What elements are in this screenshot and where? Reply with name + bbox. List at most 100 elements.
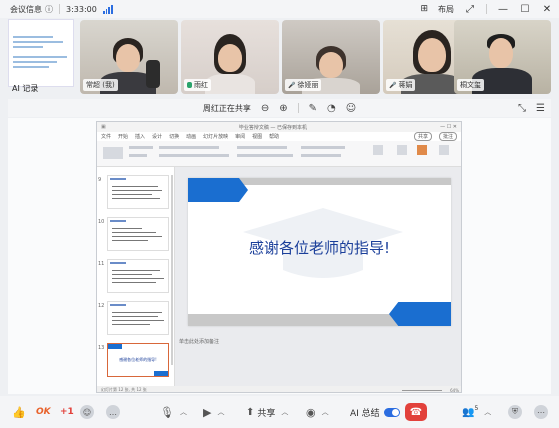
slide-canvas: 感谢各位老师的指导! xyxy=(175,167,461,386)
participant-name: 常超 (我) xyxy=(83,79,118,91)
mark-icon[interactable]: ◔ xyxy=(327,103,336,114)
ai-notes-thumbnail[interactable] xyxy=(8,19,74,87)
camera-button[interactable]: ▶ ︿ xyxy=(203,403,224,421)
participant-tile[interactable]: 常超 (我) xyxy=(80,20,178,94)
slide-thumbnail xyxy=(107,175,169,209)
chat-button[interactable]: … xyxy=(106,403,120,421)
chevron-up-icon[interactable]: ︿ xyxy=(281,407,288,417)
slide-thumbnail xyxy=(107,217,169,251)
slide-title: 感谢各位老师的指导! xyxy=(248,239,390,257)
ppt-menu-item: 文件 xyxy=(101,134,112,140)
ai-record-label[interactable]: AI 记录 xyxy=(12,83,38,94)
mic-on-icon xyxy=(187,82,192,88)
minimize-icon[interactable]: — xyxy=(497,4,509,15)
slide-decoration xyxy=(188,178,248,202)
slide-thumbnail-text: 感谢各位老师的指导! xyxy=(119,357,157,362)
slide-number: 10 xyxy=(98,219,105,225)
ppt-ribbon xyxy=(97,141,461,167)
ai-summary-toggle[interactable]: AI 总结 xyxy=(350,403,400,421)
chat-icon: … xyxy=(106,405,120,419)
slide-count-status: 幻灯片第 12 张, 共 12 张 xyxy=(101,387,147,392)
ppt-status-bar: 幻灯片第 12 张, 共 12 张 64% xyxy=(97,386,461,393)
slide-thumbnail xyxy=(107,259,169,293)
security-button[interactable]: ⛨ xyxy=(508,403,522,421)
chevron-up-icon[interactable]: ︿ xyxy=(180,407,187,417)
slide-number: 13 xyxy=(98,345,105,351)
ppt-window-title: 毕业答辩文稿 — 已保存到本机 xyxy=(238,124,308,131)
more-button[interactable]: ⋯ xyxy=(534,403,548,421)
participants-button[interactable]: 👥 5 ︿ xyxy=(462,403,491,421)
scrollbar xyxy=(171,175,173,365)
close-icon[interactable]: ✕ xyxy=(541,4,553,15)
meeting-info-label[interactable]: 会议信息 xyxy=(10,4,42,15)
ppt-menu-item: 动画 xyxy=(186,134,197,140)
slide-thumbnail xyxy=(107,301,169,335)
ppt-menu-item: 视图 xyxy=(252,134,263,140)
annotate-icon[interactable]: ✎ xyxy=(309,103,317,114)
participants-count: 5 xyxy=(474,404,479,412)
slide-thumbnails-panel: 9 10 11 12 13 感谢各位老师的指导! xyxy=(97,167,175,386)
emoji-button[interactable]: ☺ xyxy=(80,403,94,421)
slide-decoration xyxy=(389,302,451,326)
ppt-menu-item: 切换 xyxy=(169,134,180,140)
participant-tile[interactable]: 雨红 xyxy=(181,20,279,94)
end-meeting-button[interactable]: ☎ xyxy=(405,403,427,421)
meeting-timer: 3:33:00 xyxy=(66,4,97,14)
meeting-toolbar: 👍 OK +1 ☺ … 🎙 ︿ ▶ ︿ ⬆ 共享 ︿ ◉ ︿ AI 总结 ☎ 👥 5 ︿ ⛨ … xyxy=(0,396,559,428)
ppt-title-bar: ▣ 毕业答辩文稿 — 已保存到本机 — ☐ ✕ xyxy=(97,122,461,132)
layout-label[interactable]: 布局 xyxy=(438,4,454,15)
collapse-icon[interactable]: ⤡ xyxy=(518,103,526,114)
slide-thumbnail-selected: 感谢各位老师的指导! xyxy=(107,343,169,377)
participant-name: 🎤 徐娅丽 xyxy=(285,79,322,91)
microphone-button[interactable]: 🎙 ︿ xyxy=(160,403,187,421)
chevron-up-icon[interactable]: ︿ xyxy=(217,407,224,417)
divider xyxy=(486,4,487,14)
ppt-menu-item: 审阅 xyxy=(235,134,246,140)
record-icon: ◉ xyxy=(306,405,316,419)
chevron-up-icon[interactable]: ︿ xyxy=(322,407,329,417)
ppt-menu-item: 帮助 xyxy=(269,134,280,140)
zoom-out-icon[interactable]: ⊖ xyxy=(261,103,269,114)
ppt-menu-bar: 文件 开始 插入 设计 切换 动画 幻灯片放映 审阅 视图 帮助 共享 批注 xyxy=(97,132,461,141)
record-button[interactable]: ◉ ︿ xyxy=(306,403,329,421)
presentation-window: ▣ 毕业答辩文稿 — 已保存到本机 — ☐ ✕ 文件 开始 插入 设计 切换 动… xyxy=(96,121,462,393)
ppt-menu-item: 幻灯片放映 xyxy=(203,134,229,140)
divider xyxy=(59,4,60,14)
save-icon: ▣ xyxy=(101,124,106,130)
reaction-ok[interactable]: OK xyxy=(36,403,51,421)
slide-number: 11 xyxy=(98,261,105,267)
more-icon: ⋯ xyxy=(534,405,548,419)
ppt-body: 9 10 11 12 13 感谢各位老师的指导! 感谢各位老师的指导! 单击此处… xyxy=(97,167,461,386)
camera-icon: ▶ xyxy=(203,405,212,419)
signal-icon[interactable] xyxy=(102,4,113,14)
fullscreen-icon[interactable]: ⤢ xyxy=(464,4,476,15)
participants-icon: 👥 xyxy=(462,406,475,418)
zoom-level: 64% xyxy=(450,387,459,393)
share-status-label: 周红正在共享 xyxy=(202,103,251,113)
participant-tile[interactable]: 桐文玺 xyxy=(454,20,551,94)
ai-summary-label: AI 总结 xyxy=(350,408,380,419)
participant-name: 🎤 蒋娟 xyxy=(386,79,416,91)
top-bar: 会议信息 ⓘ 3:33:00 ⊞ 布局 ⤢ — ☐ ✕ xyxy=(0,0,559,18)
zoom-slider xyxy=(402,389,443,391)
reaction-plus-one[interactable]: +1 xyxy=(60,403,74,421)
chevron-up-icon[interactable]: ︿ xyxy=(484,407,491,417)
maximize-icon[interactable]: ☐ xyxy=(519,4,531,15)
mic-off-icon: 🎤 xyxy=(389,81,397,89)
info-icon[interactable]: ⓘ xyxy=(45,4,53,15)
share-screen-button[interactable]: ⬆ 共享 ︿ xyxy=(246,403,288,421)
reaction-thumbs-up[interactable]: 👍 xyxy=(12,403,26,421)
ai-summary-switch[interactable] xyxy=(383,407,400,417)
shared-screen-area: ▣ 毕业答辩文稿 — 已保存到本机 — ☐ ✕ 文件 开始 插入 设计 切换 动… xyxy=(8,118,551,394)
more-icon[interactable]: ☰ xyxy=(536,103,545,114)
chat-icon[interactable]: ☺ xyxy=(346,103,356,114)
ppt-menu-item: 设计 xyxy=(152,134,163,140)
layout-icon[interactable]: ⊞ xyxy=(420,4,428,14)
participant-name: 雨红 xyxy=(184,79,211,91)
participant-tile[interactable]: 🎤 徐娅丽 xyxy=(282,20,380,94)
slide-number: 9 xyxy=(98,177,102,183)
zoom-in-icon[interactable]: ⊕ xyxy=(279,103,287,114)
ppt-comment-button: 批注 xyxy=(438,132,457,141)
window-controls-icon: — ☐ ✕ xyxy=(440,124,457,130)
emoji-icon: ☺ xyxy=(80,405,94,419)
